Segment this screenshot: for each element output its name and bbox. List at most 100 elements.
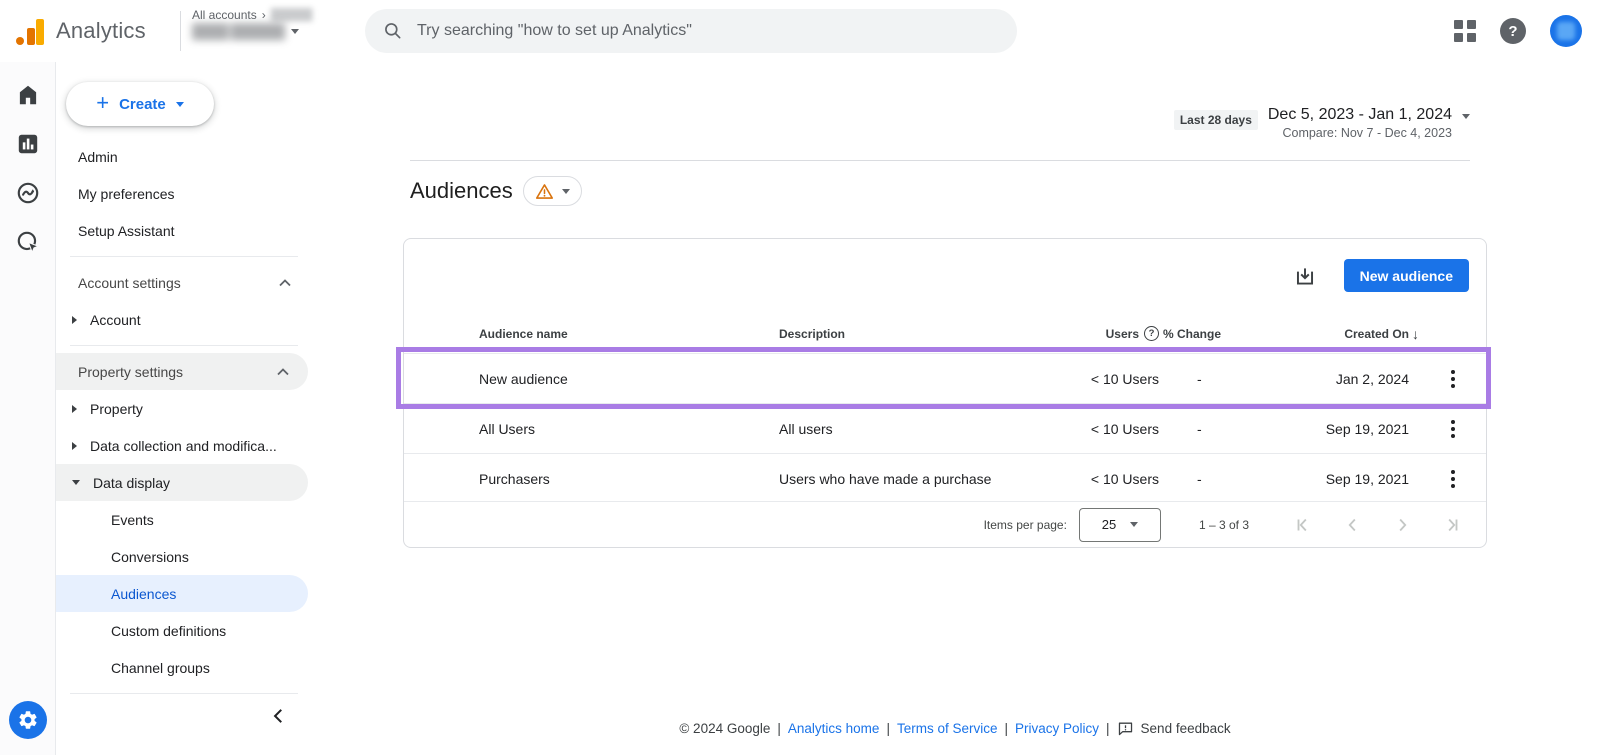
sidebar-item-admin[interactable]: Admin [56, 138, 310, 175]
admin-sidebar: + Create Admin My preferences Setup Assi… [56, 62, 310, 755]
sidebar-item-custom-definitions[interactable]: Custom definitions [56, 612, 310, 649]
date-range-picker[interactable]: Last 28 days Dec 5, 2023 - Jan 1, 2024 C… [1174, 106, 1470, 140]
sidebar-item-property[interactable]: Property [56, 390, 310, 427]
section-label: Property settings [78, 364, 183, 380]
cell-created: Sep 19, 2021 [1279, 471, 1419, 487]
cell-name[interactable]: New audience [479, 371, 779, 387]
collapse-sidebar-icon[interactable] [270, 707, 288, 725]
row-menu-icon[interactable] [1447, 366, 1459, 392]
explore-icon[interactable] [15, 180, 41, 206]
divider [70, 256, 298, 257]
table-row-new-audience[interactable]: New audience < 10 Users - Jan 2, 2024 [404, 353, 1486, 403]
global-search[interactable] [365, 9, 1017, 53]
admin-settings-gear[interactable] [9, 701, 47, 739]
sidebar-item-my-preferences[interactable]: My preferences [56, 175, 310, 212]
next-page-icon[interactable] [1391, 514, 1413, 536]
create-button[interactable]: + Create [66, 82, 214, 126]
pagination-range: 1 – 3 of 3 [1199, 518, 1249, 532]
breadcrumb-account-redacted: ██████ [271, 9, 312, 21]
table-row-purchasers[interactable]: Purchasers Users who have made a purchas… [404, 453, 1486, 503]
send-feedback-link[interactable]: Send feedback [1141, 721, 1231, 736]
sidebar-item-account[interactable]: Account [56, 301, 310, 338]
items-per-page-label: Items per page: [984, 518, 1067, 532]
breadcrumb-all-accounts[interactable]: All accounts [192, 8, 257, 22]
avatar[interactable] [1550, 15, 1582, 47]
row-menu-icon[interactable] [1447, 416, 1459, 442]
separator: | [1106, 721, 1110, 736]
brand-title: Analytics [56, 18, 146, 44]
audiences-table-card: New audience Audience name Description U… [403, 238, 1487, 548]
cell-created: Sep 19, 2021 [1279, 421, 1419, 437]
chevron-up-icon [278, 278, 292, 288]
col-change: % Change [1159, 327, 1279, 341]
analytics-logo[interactable]: Analytics [16, 0, 146, 62]
reports-icon[interactable] [15, 131, 41, 157]
main-content: Last 28 days Dec 5, 2023 - Jan 1, 2024 C… [310, 62, 1600, 755]
sidebar-item-conversions[interactable]: Conversions [56, 538, 310, 575]
previous-page-icon[interactable] [1342, 514, 1364, 536]
apps-grid-icon[interactable] [1454, 20, 1476, 42]
account-breadcrumb[interactable]: All accounts › ██████ ████ ██████ [192, 8, 311, 39]
table-row-all-users[interactable]: All Users All users < 10 Users - Sep 19,… [404, 403, 1486, 453]
warning-dropdown[interactable] [523, 176, 582, 206]
table-pagination: Items per page: 25 1 – 3 of 3 [404, 501, 1486, 547]
advertising-icon[interactable] [15, 229, 41, 255]
search-input[interactable] [417, 22, 999, 40]
cell-change: - [1159, 471, 1279, 487]
sidebar-item-channel-groups[interactable]: Channel groups [56, 649, 310, 686]
search-icon [383, 21, 403, 41]
cell-name[interactable]: Purchasers [479, 471, 779, 487]
row-menu-icon[interactable] [1447, 466, 1459, 492]
page-size-value: 25 [1102, 517, 1116, 532]
col-created-on[interactable]: Created On ↓ [1279, 326, 1419, 342]
first-page-icon[interactable] [1293, 514, 1315, 536]
last-page-icon[interactable] [1440, 514, 1462, 536]
link-analytics-home[interactable]: Analytics home [788, 721, 880, 736]
item-label: Account [90, 312, 141, 328]
breadcrumb-separator: › [262, 8, 266, 22]
sidebar-item-setup-assistant[interactable]: Setup Assistant [56, 212, 310, 249]
home-icon[interactable] [15, 82, 41, 108]
section-property-settings[interactable]: Property settings [56, 353, 308, 390]
col-created-label: Created On [1344, 327, 1409, 341]
chevron-down-icon [176, 102, 184, 107]
help-icon[interactable]: ? [1500, 18, 1526, 44]
separator: | [886, 721, 890, 736]
col-users: Users [1106, 327, 1139, 341]
cell-change: - [1159, 421, 1279, 437]
divider [70, 693, 298, 694]
cell-description: Users who have made a purchase [779, 471, 1009, 487]
chevron-up-icon [276, 367, 290, 377]
date-preset-badge: Last 28 days [1174, 110, 1258, 130]
sidebar-item-data-display[interactable]: Data display [56, 464, 308, 501]
link-terms-of-service[interactable]: Terms of Service [897, 721, 998, 736]
sort-descending-icon: ↓ [1412, 326, 1419, 342]
download-icon[interactable] [1292, 263, 1318, 289]
expand-arrow-icon [72, 316, 77, 324]
chevron-down-icon [291, 29, 299, 34]
separator: | [1004, 721, 1008, 736]
warning-icon [535, 183, 554, 200]
chevron-down-icon [1462, 114, 1470, 119]
gear-icon [17, 709, 39, 731]
collapse-arrow-icon [72, 480, 80, 485]
top-app-bar: Analytics All accounts › ██████ ████ ███… [0, 0, 1600, 62]
date-range-text: Dec 5, 2023 - Jan 1, 2024 [1268, 106, 1452, 124]
cell-created: Jan 2, 2024 [1279, 371, 1419, 387]
cell-name[interactable]: All Users [479, 421, 779, 437]
new-audience-button[interactable]: New audience [1344, 259, 1469, 292]
sidebar-item-audiences[interactable]: Audiences [56, 575, 308, 612]
section-label: Account settings [78, 275, 181, 291]
sidebar-item-events[interactable]: Events [56, 501, 310, 538]
separator: | [777, 721, 781, 736]
analytics-logo-icon [16, 17, 46, 45]
create-button-label: Create [119, 96, 166, 113]
sidebar-item-data-collection[interactable]: Data collection and modifica... [56, 427, 310, 464]
expand-arrow-icon [72, 405, 77, 413]
breadcrumb-property-redacted: ████ ██████ [192, 23, 284, 39]
page-size-select[interactable]: 25 [1079, 508, 1161, 542]
users-help-icon[interactable]: ? [1144, 326, 1159, 341]
link-privacy-policy[interactable]: Privacy Policy [1015, 721, 1099, 736]
item-label: Data collection and modifica... [90, 438, 277, 454]
section-account-settings[interactable]: Account settings [56, 264, 310, 301]
